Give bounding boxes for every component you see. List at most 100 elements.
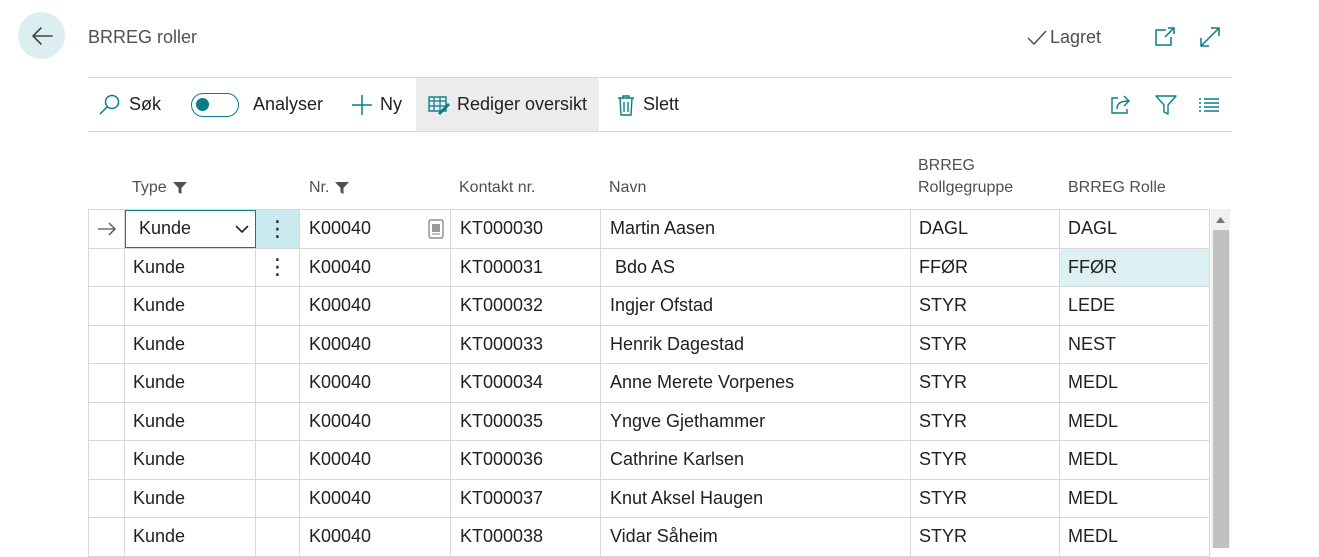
rollegruppe-cell[interactable]: STYR xyxy=(911,518,1060,556)
open-in-new-window-button[interactable] xyxy=(1152,24,1178,50)
back-button[interactable] xyxy=(18,12,65,59)
checkmark-icon xyxy=(1027,29,1047,45)
delete-button[interactable]: Slett xyxy=(616,78,679,131)
table-row[interactable]: Kunde K00040 KT000036 Cathrine Karlsen S… xyxy=(88,441,1210,480)
kontakt-cell[interactable]: KT000031 xyxy=(451,248,601,286)
list-view-icon xyxy=(1199,97,1219,112)
kontakt-cell[interactable]: KT000036 xyxy=(451,441,601,479)
filter-button[interactable] xyxy=(1154,78,1178,131)
list-view-button[interactable] xyxy=(1198,78,1220,131)
column-header-navn[interactable]: Navn xyxy=(609,177,646,199)
column-header-type[interactable]: Type xyxy=(132,177,188,199)
row-indicator xyxy=(88,402,125,440)
share-button[interactable] xyxy=(1109,78,1133,131)
rollegruppe-cell[interactable]: STYR xyxy=(911,479,1060,517)
nr-cell[interactable]: K00040 xyxy=(300,441,451,479)
nr-cell[interactable]: K00040 xyxy=(300,210,451,248)
filter-applied-icon xyxy=(335,181,350,194)
table-row[interactable]: Kunde ⋮ K00040 KT000031 Bdo AS FFØR FFØR xyxy=(88,248,1210,287)
chevron-down-icon xyxy=(235,225,249,233)
nr-cell[interactable]: K00040 xyxy=(300,364,451,402)
column-header-kontakt[interactable]: Kontakt nr. xyxy=(459,177,536,199)
kontakt-cell[interactable]: KT000035 xyxy=(451,402,601,440)
type-cell[interactable]: Kunde xyxy=(125,287,256,325)
kontakt-cell[interactable]: KT000034 xyxy=(451,364,601,402)
navn-cell[interactable]: Yngve Gjethammer xyxy=(601,402,911,440)
rollegruppe-cell[interactable]: DAGL xyxy=(911,210,1060,248)
rollegruppe-cell[interactable]: STYR xyxy=(911,325,1060,363)
kontakt-cell[interactable]: KT000033 xyxy=(451,325,601,363)
rollegruppe-cell[interactable]: STYR xyxy=(911,364,1060,402)
row-actions-button[interactable]: ⋮ xyxy=(256,210,300,248)
nr-cell[interactable]: K00040 xyxy=(300,402,451,440)
column-header-nr[interactable]: Nr. xyxy=(309,177,350,199)
rolle-cell[interactable]: MEDL xyxy=(1060,518,1210,556)
table-row[interactable]: Kunde K00040 KT000034 Anne Merete Vorpen… xyxy=(88,364,1210,403)
table-row[interactable]: Kunde K00040 KT000038 Vidar Såheim STYR … xyxy=(88,518,1210,557)
row-indicator xyxy=(88,479,125,517)
nr-cell[interactable]: K00040 xyxy=(300,325,451,363)
type-cell[interactable]: Kunde xyxy=(125,518,256,556)
navn-cell[interactable]: Martin Aasen xyxy=(601,210,911,248)
table-row[interactable]: Kunde K00040 KT000035 Yngve Gjethammer S… xyxy=(88,402,1210,441)
toggle-switch[interactable] xyxy=(191,92,239,117)
type-cell[interactable]: Kunde xyxy=(125,402,256,440)
rollegruppe-cell[interactable]: STYR xyxy=(911,402,1060,440)
row-indicator xyxy=(88,518,125,556)
row-indicator xyxy=(88,210,125,248)
edit-list-button[interactable]: Rediger oversikt xyxy=(416,78,600,131)
kontakt-cell[interactable]: KT000032 xyxy=(451,287,601,325)
column-header-rolle[interactable]: BRREG Rolle xyxy=(1068,177,1166,199)
navn-cell[interactable]: Knut Aksel Haugen xyxy=(601,479,911,517)
scroll-up-button[interactable] xyxy=(1213,212,1228,227)
kontakt-cell[interactable]: KT000030 xyxy=(451,210,601,248)
rolle-cell[interactable]: DAGL xyxy=(1060,210,1210,248)
nr-cell[interactable]: K00040 xyxy=(300,248,451,286)
expand-icon xyxy=(1200,27,1220,47)
navn-cell[interactable]: Ingjer Ofstad xyxy=(601,287,911,325)
search-button[interactable]: Søk xyxy=(98,78,161,131)
kontakt-cell[interactable]: KT000038 xyxy=(451,518,601,556)
table-row[interactable]: Kunde K00040 KT000037 Knut Aksel Haugen … xyxy=(88,479,1210,518)
more-vertical-icon: ⋮ xyxy=(266,215,289,241)
nr-cell[interactable]: K00040 xyxy=(300,518,451,556)
type-cell[interactable]: Kunde xyxy=(125,479,256,517)
type-select[interactable]: Kunde xyxy=(125,210,256,248)
rolle-cell[interactable]: MEDL xyxy=(1060,479,1210,517)
row-actions-cell xyxy=(256,441,300,479)
navn-cell[interactable]: Cathrine Karlsen xyxy=(601,441,911,479)
table-row[interactable]: Kunde K00040 KT000032 Ingjer Ofstad STYR… xyxy=(88,287,1210,326)
rollegruppe-cell[interactable]: STYR xyxy=(911,441,1060,479)
scrollbar-thumb[interactable] xyxy=(1213,230,1229,548)
plus-icon xyxy=(352,94,372,115)
navn-cell[interactable]: Henrik Dagestad xyxy=(601,325,911,363)
rolle-cell[interactable]: FFØR xyxy=(1060,248,1210,286)
type-cell[interactable]: Kunde xyxy=(125,325,256,363)
navn-cell[interactable]: Anne Merete Vorpenes xyxy=(601,364,911,402)
row-actions-button[interactable]: ⋮ xyxy=(256,248,300,286)
kontakt-cell[interactable]: KT000037 xyxy=(451,479,601,517)
column-header-rollegruppe[interactable]: BRREG Rollgegruppe xyxy=(918,155,1013,199)
type-cell[interactable]: Kunde xyxy=(125,364,256,402)
nr-cell[interactable]: K00040 xyxy=(300,479,451,517)
expand-button[interactable] xyxy=(1197,24,1223,50)
saved-status: Lagret xyxy=(1026,27,1101,48)
table-row[interactable]: Kunde K00040 KT000033 Henrik Dagestad ST… xyxy=(88,325,1210,364)
type-cell[interactable]: Kunde xyxy=(125,441,256,479)
rolle-cell[interactable]: MEDL xyxy=(1060,441,1210,479)
rolle-cell[interactable]: MEDL xyxy=(1060,402,1210,440)
rolle-cell[interactable]: NEST xyxy=(1060,325,1210,363)
new-button[interactable]: Ny xyxy=(351,78,402,131)
table-row[interactable]: Kunde ⋮ K00040 KT000030 Martin Aasen DAG… xyxy=(88,210,1210,249)
nr-cell[interactable]: K00040 xyxy=(300,287,451,325)
rollegruppe-cell[interactable]: STYR xyxy=(911,287,1060,325)
type-cell[interactable]: Kunde xyxy=(125,248,256,286)
rollegruppe-cell[interactable]: FFØR xyxy=(911,248,1060,286)
rolle-cell[interactable]: LEDE xyxy=(1060,287,1210,325)
new-label: Ny xyxy=(380,94,402,114)
divider xyxy=(88,131,1232,132)
rolle-cell[interactable]: MEDL xyxy=(1060,364,1210,402)
navn-cell[interactable]: Vidar Såheim xyxy=(601,518,911,556)
navn-cell[interactable]: Bdo AS xyxy=(601,248,911,286)
analyze-toggle[interactable]: Analyser xyxy=(191,78,323,131)
